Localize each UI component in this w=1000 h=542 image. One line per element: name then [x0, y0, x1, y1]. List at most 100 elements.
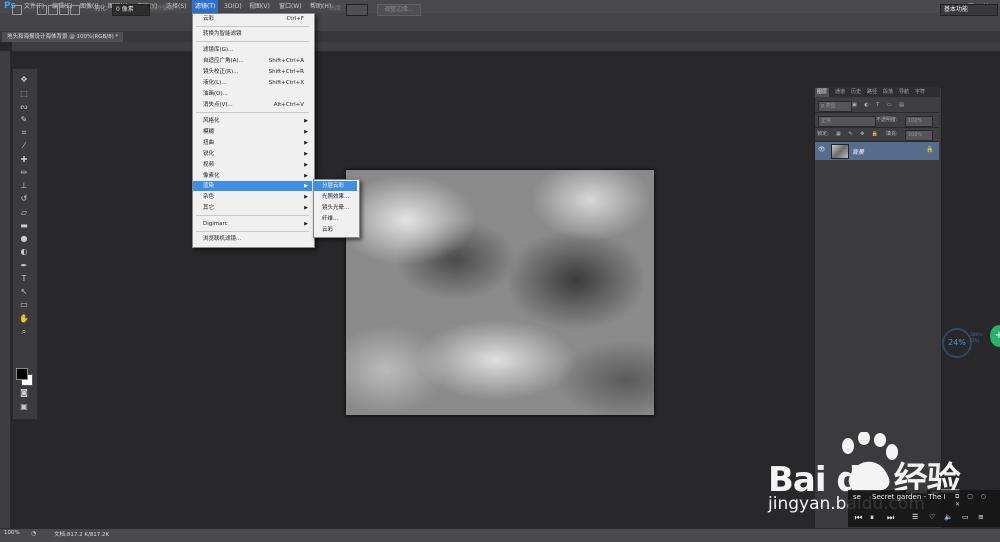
menu-icon[interactable]: ≡ [978, 513, 984, 521]
next-icon[interactable]: ⏭ [887, 513, 894, 523]
filter-submenu-digimarc[interactable]: Digimarc ▶ [193, 219, 312, 229]
menu-3d[interactable]: 3D(D) [224, 0, 242, 13]
lock-icon: 🔒 [926, 146, 934, 153]
gradient-tool-icon[interactable]: ▬ [16, 220, 32, 231]
move-tool-icon[interactable]: ✥ [16, 74, 32, 85]
blend-mode-select[interactable]: 正常 [818, 116, 876, 127]
document-tab-bar [0, 31, 1000, 42]
dodge-tool-icon[interactable]: ◐ [16, 246, 32, 257]
menu-filter[interactable]: 滤镜(T) [192, 0, 219, 13]
crop-tool-icon[interactable]: ⌗ [16, 127, 32, 138]
height-label: 高度: [329, 5, 344, 12]
filter-submenu-noise[interactable]: 杂色 ▶ [193, 192, 312, 202]
refine-edge-button[interactable]: 调整边缘... [377, 4, 421, 16]
mini-mode-icon[interactable]: ▭ [962, 513, 969, 521]
plus-icon[interactable]: + [990, 325, 1000, 347]
render-lighting-effects[interactable]: 光照效果... [314, 192, 357, 202]
document-size[interactable]: 文档:817.2 K/817.2K [54, 530, 109, 538]
zoom-tool-icon[interactable]: ⌕ [16, 326, 32, 337]
screen-mode-icon[interactable]: ▣ [16, 401, 32, 412]
document-tab[interactable]: 地头和海报设计海体背景 @ 100%(RGB/8) * [2, 32, 124, 42]
add-selection-icon[interactable] [48, 5, 58, 15]
quick-select-tool-icon[interactable]: ✎ [16, 114, 32, 125]
filter-menu-item[interactable]: 转换为智能滤镜 [193, 29, 312, 39]
layer-thumbnail [831, 144, 849, 159]
eraser-tool-icon[interactable]: ▱ [16, 207, 32, 218]
filter-menu-item[interactable]: 镜头校正(R)... Shift+Ctrl+R [193, 67, 312, 77]
eyedropper-tool-icon[interactable]: ⁄ [16, 140, 32, 151]
eye-icon[interactable]: 👁 [818, 146, 826, 153]
render-clouds[interactable]: 云彩 [314, 225, 357, 235]
menu-window[interactable]: 窗口(W) [279, 0, 302, 13]
blur-tool-icon[interactable]: ● [16, 233, 32, 244]
lock-icons[interactable]: ▦ ✎ ✥ 🔒 [836, 130, 881, 139]
filter-submenu-distort[interactable]: 扭曲 ▶ [193, 138, 312, 148]
opacity-label: 不透明度: [876, 117, 898, 123]
render-lens-flare[interactable]: 镜头光晕... [314, 203, 357, 213]
render-fibers[interactable]: 纤维... [314, 214, 357, 224]
tab-paragraph[interactable]: 段落 [883, 88, 893, 97]
shape-tool-icon[interactable]: ▭ [16, 299, 32, 310]
layer-filter-icons[interactable]: ▣ ◐ T ▭ ▤ [852, 101, 907, 110]
filter-menu-item[interactable]: 云彩 Ctrl+F [193, 14, 312, 24]
pause-icon[interactable]: ⏸ [870, 513, 874, 523]
quick-mask-icon[interactable]: ◙ [16, 387, 32, 398]
volume-icon[interactable]: 🔈 [944, 513, 953, 521]
opacity-input[interactable]: 100% [905, 116, 933, 127]
playlist-icon[interactable]: ☰ [912, 513, 918, 521]
clone-stamp-tool-icon[interactable]: ⊥ [16, 180, 32, 191]
menu-separator [196, 41, 309, 42]
lasso-tool-icon[interactable]: ᔓ [16, 101, 32, 112]
lyrics-icon[interactable]: ♡ [929, 513, 935, 521]
new-selection-icon[interactable] [37, 5, 47, 15]
tab-character[interactable]: 字符 [915, 88, 925, 97]
feather-input[interactable]: 0 像素 [112, 4, 150, 16]
brush-tool-icon[interactable]: ✏ [16, 167, 32, 178]
render-difference-clouds[interactable]: 分层云彩 [314, 181, 357, 191]
subtract-selection-icon[interactable] [59, 5, 69, 15]
music-window-icons[interactable]: ⧉ ▢ ○ ✕ [955, 493, 1000, 508]
filter-menu-item[interactable]: 自适应广角(A)... Shift+Ctrl+A [193, 56, 312, 66]
tab-layers[interactable]: 图层 [815, 88, 830, 97]
document-canvas[interactable] [346, 170, 654, 415]
type-tool-icon[interactable]: T [16, 273, 32, 284]
path-select-tool-icon[interactable]: ↖ [16, 286, 32, 297]
menu-view[interactable]: 视图(V) [249, 0, 270, 13]
filter-submenu-other[interactable]: 其它 ▶ [193, 203, 312, 213]
tab-navigator[interactable]: 导航 [899, 88, 909, 97]
layer-name[interactable]: 背景 [852, 147, 864, 156]
history-brush-tool-icon[interactable]: ↺ [16, 193, 32, 204]
meter-side-labels: 38K/s CPU [970, 333, 983, 344]
filter-submenu-sharpen[interactable]: 锐化 ▶ [193, 149, 312, 159]
speed-meter[interactable]: 24% [942, 328, 972, 358]
marquee-tool-preset-icon[interactable] [12, 5, 22, 15]
filter-menu-item[interactable]: 浏览联机滤镜... [193, 234, 312, 244]
filter-submenu-blur[interactable]: 模糊 ▶ [193, 127, 312, 137]
filter-menu-item[interactable]: 滤镜库(G)... [193, 45, 312, 55]
fill-input[interactable]: 100% [905, 130, 933, 141]
filter-submenu-render[interactable]: 渲染 ▶ [193, 181, 312, 191]
height-input[interactable] [346, 4, 368, 16]
workspace-select[interactable]: 基本功能 [940, 4, 998, 16]
filter-menu-item[interactable]: 液化(L)... Shift+Ctrl+X [193, 78, 312, 88]
tab-history[interactable]: 历史 [851, 88, 861, 97]
share-icon[interactable]: ◔ [31, 530, 36, 537]
zoom-level[interactable]: 100% [4, 530, 20, 536]
filter-menu-item[interactable]: 消失点(V)... Alt+Ctrl+V [193, 100, 312, 110]
marquee-tool-icon[interactable]: ⬚ [16, 88, 32, 99]
filter-submenu-video[interactable]: 视频 ▶ [193, 160, 312, 170]
ruler-vertical [0, 51, 11, 528]
filter-submenu-stylize[interactable]: 风格化 ▶ [193, 116, 312, 126]
tab-channels[interactable]: 通道 [835, 88, 845, 97]
previous-icon[interactable]: ⏮ [855, 513, 862, 523]
antialias-checkbox[interactable]: 消除锯齿 [150, 4, 174, 14]
hand-tool-icon[interactable]: ✋ [16, 313, 32, 324]
healing-brush-tool-icon[interactable]: ✚ [16, 154, 32, 165]
filter-submenu-pixelate[interactable]: 像素化 ▶ [193, 171, 312, 181]
foreground-color-swatch[interactable] [16, 368, 28, 380]
layer-kind-select[interactable]: ρ 类型 [818, 101, 852, 112]
pen-tool-icon[interactable]: ✒ [16, 260, 32, 271]
tab-paths[interactable]: 路径 [867, 88, 877, 97]
intersect-selection-icon[interactable] [70, 5, 80, 15]
filter-menu-item[interactable]: 油画(O)... [193, 89, 312, 99]
